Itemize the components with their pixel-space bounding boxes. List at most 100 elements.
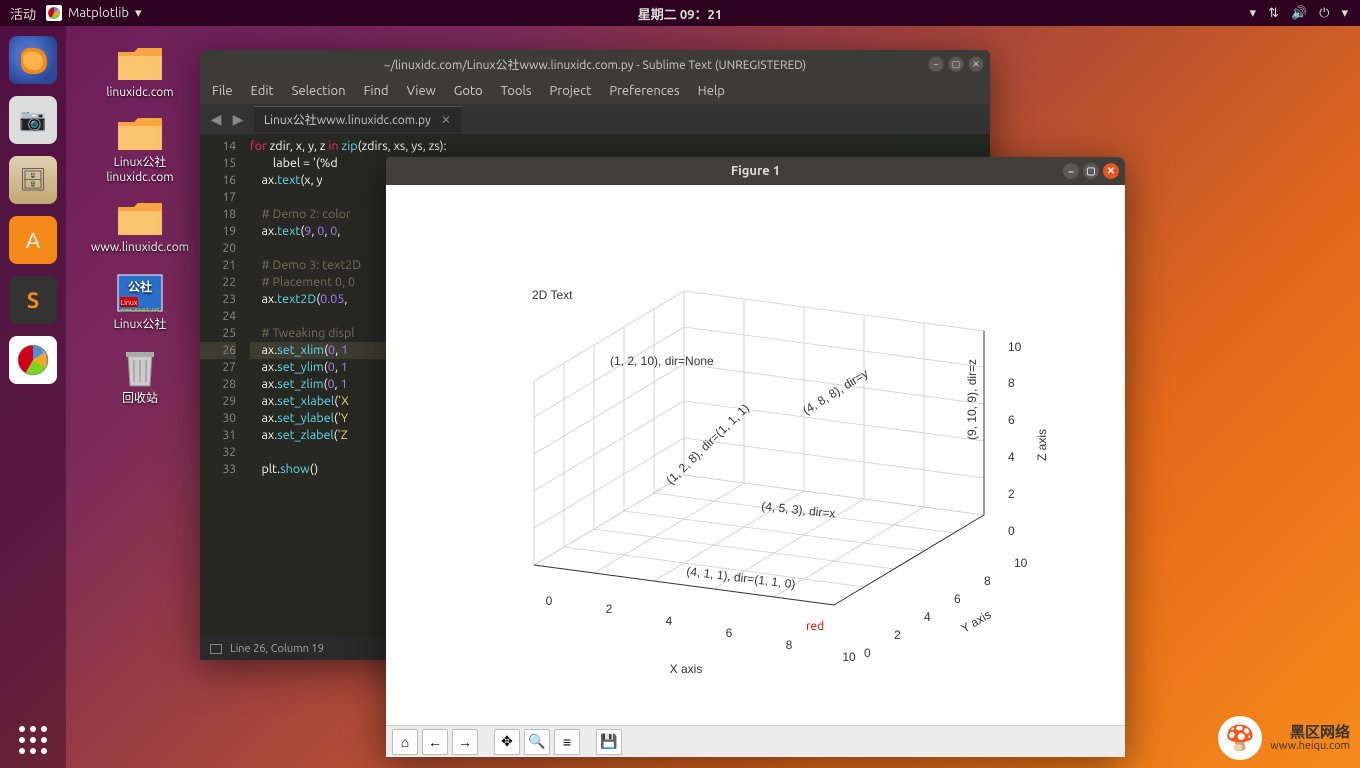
watermark: 🍄 黑区网络 www.heiqu.com [1218,716,1350,760]
maximize-button[interactable]: ▢ [1083,163,1099,179]
svg-text:8: 8 [1008,376,1015,390]
home-button[interactable]: ⌂ [392,729,418,755]
volume-icon[interactable]: 🔊 [1291,6,1307,21]
maximize-button[interactable]: ▢ [948,56,964,72]
annotation-z: (9, 10, 9), dir=z [965,359,979,440]
zlabel: Z axis [1035,429,1049,461]
red-text: red [806,620,824,633]
tab-close-icon[interactable]: ✕ [441,113,451,127]
zoom-button[interactable]: 🔍 [524,729,550,755]
ylabel: Y axis [959,607,994,635]
svg-text:0: 0 [864,646,871,660]
forward-button[interactable]: → [452,729,478,755]
icon-label: Linux公社 [114,318,167,332]
annotation-none: (1, 2, 10), dir=None [610,354,714,368]
camera-launcher[interactable]: 📷 [9,96,57,144]
app-name: Matplotlib [68,6,129,20]
svg-text:6: 6 [1008,413,1015,427]
tab-prev-icon[interactable]: ◀ [206,109,226,129]
chevron-down-icon: ▾ [135,6,142,21]
svg-text:4: 4 [666,614,673,628]
desktop-link[interactable]: 公社Linuxwww.linuxidc.net Linux公社 [80,266,200,336]
svg-text:10: 10 [842,650,856,664]
minimize-button[interactable]: – [1063,163,1079,179]
svg-text:2: 2 [606,602,613,616]
svg-text:0: 0 [546,594,553,608]
figure-titlebar[interactable]: Figure 1 – ▢ ✕ [386,157,1125,185]
desktop-icons: linuxidc.com Linux公社linuxidc.com www.lin… [80,40,200,410]
dropdown-icon[interactable]: ▾ [1250,6,1257,21]
watermark-text: 黑区网络 [1270,724,1350,741]
power-icon[interactable]: ⏻ [1319,6,1329,21]
svg-text:2: 2 [894,628,901,642]
software-launcher[interactable]: A [9,216,57,264]
files-launcher[interactable]: 🗄 [9,156,57,204]
figure-window: Figure 1 – ▢ ✕ 2D Text [386,157,1125,757]
svg-text:2: 2 [1008,487,1015,501]
menu-view[interactable]: View [407,84,436,98]
menu-file[interactable]: File [212,84,233,98]
menu-tools[interactable]: Tools [501,84,532,98]
clock[interactable]: 星期二 09：21 [638,4,722,23]
svg-text:公社: 公社 [128,279,152,294]
svg-text:6: 6 [954,592,961,606]
panel-switcher-icon[interactable] [210,644,222,654]
back-button[interactable]: ← [422,729,448,755]
sublime-titlebar[interactable]: ~/linuxidc.com/Linux公社www.linuxidc.com.p… [200,50,990,78]
menu-help[interactable]: Help [698,84,725,98]
icon-label: www.linuxidc.com [91,241,189,255]
svg-text:www.linuxidc.net: www.linuxidc.net [120,306,159,312]
show-apps-button[interactable] [19,726,47,754]
network-icon[interactable]: ⇅ [1268,6,1279,21]
annotation-111: (1, 2, 8), dir=(1, 1, 1) [663,401,752,487]
figure-canvas[interactable]: 2D Text [386,185,1125,725]
menu-edit[interactable]: Edit [251,84,274,98]
menu-find[interactable]: Find [364,84,389,98]
desktop-folder[interactable]: linuxidc.com [80,40,200,104]
pan-button[interactable]: ✥ [494,729,520,755]
save-button[interactable]: 💾 [596,729,622,755]
svg-text:6: 6 [726,626,733,640]
tab-bar: ◀ ▶ Linux公社www.linuxidc.com.py ✕ [200,104,990,134]
menu-selection[interactable]: Selection [292,84,346,98]
svg-text:10: 10 [1014,556,1028,570]
watermark-icon: 🍄 [1218,716,1262,760]
close-button[interactable]: ✕ [968,56,984,72]
svg-text:8: 8 [984,574,991,588]
menu-project[interactable]: Project [550,84,592,98]
firefox-launcher[interactable] [9,36,57,84]
activities-button[interactable]: 活动 [10,4,36,23]
menu-goto[interactable]: Goto [454,84,483,98]
trash[interactable]: 回收站 [80,342,200,410]
svg-text:4: 4 [924,610,931,624]
matplotlib-icon [46,5,62,21]
figure-toolbar: ⌂ ← → ✥ 🔍 ≡ 💾 [386,725,1125,757]
svg-text:10: 10 [1008,340,1022,354]
matplotlib-launcher[interactable] [9,336,57,384]
watermark-url: www.heiqu.com [1270,740,1350,752]
xlabel: X axis [670,662,703,676]
desktop-folder[interactable]: Linux公社linuxidc.com [80,110,200,189]
sublime-launcher[interactable]: S [9,276,57,324]
figure-title: Figure 1 [731,164,780,178]
tab-label: Linux公社www.linuxidc.com.py [264,111,431,128]
app-indicator[interactable]: Matplotlib ▾ [46,5,142,21]
minimize-button[interactable]: – [928,56,944,72]
sublime-menubar: File Edit Selection Find View Goto Tools… [200,78,990,104]
top-panel: 活动 Matplotlib ▾ 星期二 09：21 ▾ ⇅ 🔊 ⏻ ▾ [0,0,1360,26]
dock: 📷 🗄 A S [0,26,66,768]
icon-label: 回收站 [122,392,158,406]
line-gutter: 1415161718192021222324252627282930313233 [200,134,244,638]
svg-text:0: 0 [1008,524,1015,538]
icon-label: linuxidc.com [106,86,173,100]
desktop-folder[interactable]: www.linuxidc.com [80,195,200,259]
configure-button[interactable]: ≡ [554,729,580,755]
close-button[interactable]: ✕ [1103,163,1119,179]
chevron-down-icon[interactable]: ▾ [1341,6,1348,21]
menu-preferences[interactable]: Preferences [609,84,679,98]
cursor-position: Line 26, Column 19 [230,643,324,655]
tab-next-icon[interactable]: ▶ [228,109,248,129]
editor-tab[interactable]: Linux公社www.linuxidc.com.py ✕ [254,106,461,132]
svg-text:4: 4 [1008,450,1015,464]
svg-text:8: 8 [786,638,793,652]
